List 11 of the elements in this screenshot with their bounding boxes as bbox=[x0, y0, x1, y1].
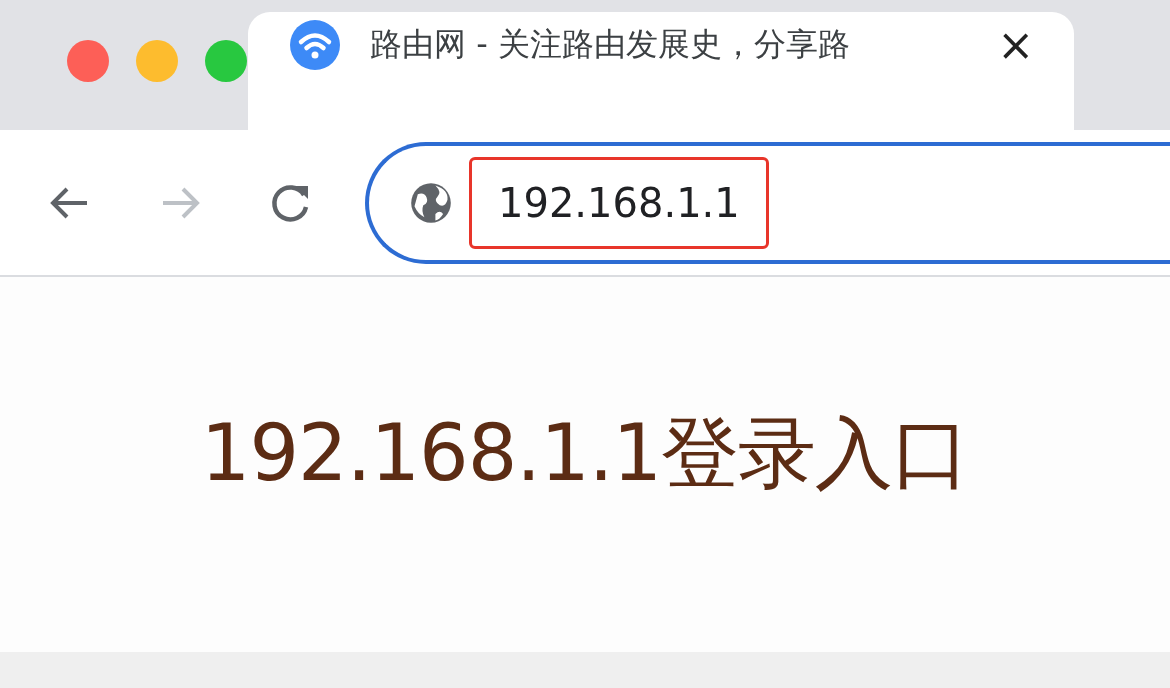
maximize-window-icon[interactable] bbox=[205, 40, 247, 82]
browser-tab[interactable]: 路由网 - 关注路由发展史，分享路 × bbox=[248, 12, 1074, 130]
globe-icon bbox=[409, 180, 453, 225]
wifi-icon bbox=[290, 20, 340, 70]
close-tab-button[interactable]: × bbox=[997, 23, 1034, 67]
minimize-window-icon[interactable] bbox=[136, 40, 178, 82]
tab-title: 路由网 - 关注路由发展史，分享路 bbox=[370, 24, 851, 65]
address-bar[interactable]: 192.168.1.1 bbox=[365, 141, 1170, 264]
page-heading: 192.168.1.1登录入口 bbox=[200, 407, 970, 500]
close-window-icon[interactable] bbox=[67, 40, 109, 82]
url-text: 192.168.1.1 bbox=[469, 156, 769, 249]
